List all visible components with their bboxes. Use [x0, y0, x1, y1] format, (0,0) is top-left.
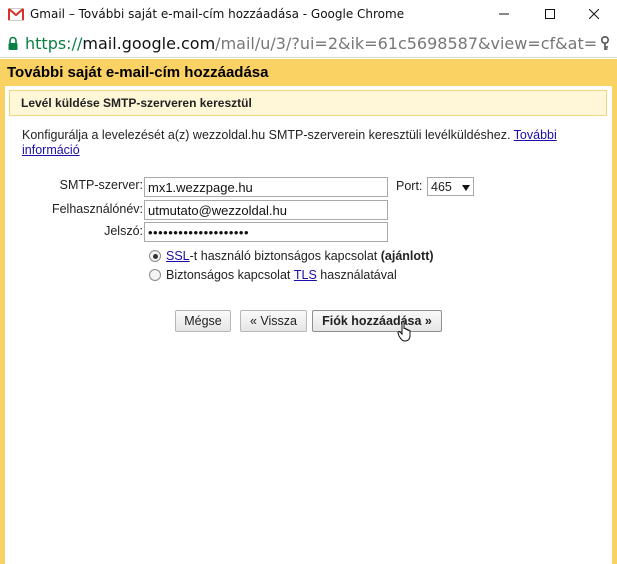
add-account-button[interactable]: Fiók hozzáadása »: [312, 310, 442, 332]
hand-cursor-icon: [397, 320, 413, 345]
username-input[interactable]: [144, 200, 388, 220]
username-label: Felhasználónév:: [51, 202, 143, 216]
close-button[interactable]: [571, 0, 617, 30]
password-label: Jelszó:: [104, 224, 143, 238]
ssl-link[interactable]: SSL: [166, 249, 190, 263]
description-text: Konfigurálja a levelezését a(z) wezzolda…: [22, 128, 582, 158]
maximize-button[interactable]: [527, 0, 573, 30]
key-icon[interactable]: [600, 35, 610, 54]
ssl-option[interactable]: SSL -t használó biztonságos kapcsolat (aj…: [149, 249, 434, 263]
url-host: mail.google.com: [82, 34, 216, 53]
window-title: Gmail – További saját e-mail-cím hozzáad…: [30, 7, 405, 21]
cancel-button[interactable]: Mégse: [175, 310, 231, 332]
section-title: Levél küldése SMTP-szerveren keresztül: [21, 96, 252, 110]
smtp-server-label: SMTP-szerver:: [59, 178, 143, 192]
description-body: Konfigurálja a levelezését a(z) wezzolda…: [22, 128, 511, 142]
dropdown-arrow-icon: [462, 180, 470, 194]
tls-radio[interactable]: [149, 269, 161, 281]
url-scheme: https://: [25, 34, 83, 53]
gmail-icon: [8, 8, 24, 21]
minimize-button[interactable]: [481, 0, 527, 30]
tls-option[interactable]: Biztonságos kapcsolat TLS használatával: [149, 268, 397, 282]
address-bar[interactable]: https://mail.google.com/mail/u/3/?ui=2&i…: [0, 30, 617, 58]
port-select[interactable]: 465: [427, 177, 474, 196]
minimize-icon: [499, 8, 509, 22]
maximize-icon: [545, 8, 555, 22]
ssl-text: -t használó biztonságos kapcsolat: [189, 249, 378, 263]
ssl-radio[interactable]: [149, 250, 161, 262]
port-label: Port:: [396, 179, 423, 193]
dialog-header: További saját e-mail-cím hozzáadása: [0, 59, 617, 86]
lock-icon[interactable]: [7, 36, 19, 54]
close-icon: [588, 8, 600, 22]
ssl-recommended: (ajánlott): [380, 249, 434, 263]
url-path: /mail/u/3/?ui=2&ik=61c5698587&view=cf&at…: [215, 34, 597, 53]
tls-prefix: Biztonságos kapcsolat: [166, 268, 291, 282]
back-button[interactable]: « Vissza: [240, 310, 307, 332]
tls-link[interactable]: TLS: [294, 268, 317, 282]
port-value: 465: [431, 179, 452, 194]
password-input[interactable]: [144, 222, 388, 242]
dialog-title: További saját e-mail-cím hozzáadása: [7, 64, 269, 81]
smtp-server-input[interactable]: [144, 177, 388, 197]
url-text[interactable]: https://mail.google.com/mail/u/3/?ui=2&i…: [25, 34, 597, 53]
section-header: Levél küldése SMTP-szerveren keresztül: [9, 90, 607, 116]
tls-suffix: használatával: [320, 268, 397, 282]
window-titlebar: Gmail – További saját e-mail-cím hozzáad…: [0, 0, 617, 30]
